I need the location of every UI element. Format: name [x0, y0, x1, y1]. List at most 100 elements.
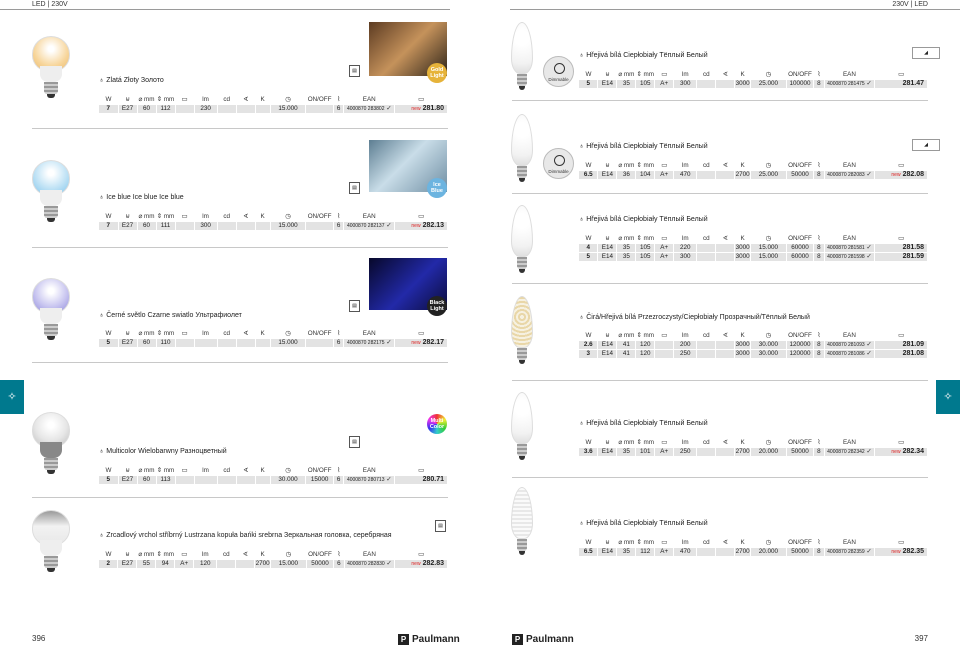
spec-header-life2: ⌇ — [337, 95, 341, 103]
cell-k: 3000 — [734, 242, 752, 252]
table-row: 5 E27 60 110 15.000 6 4000870 282175 ✓ new 282.1… — [99, 337, 448, 347]
cell-sw: 50000 — [306, 558, 335, 568]
spec-header-dia: ⌀ mm — [138, 550, 155, 558]
spec-header-life: ◷ — [765, 438, 772, 446]
article-number: 281.09 — [902, 341, 924, 348]
spec-header-lm: lm — [681, 331, 689, 339]
spec-header-lm: lm — [681, 438, 689, 446]
cell-dia: 60 — [137, 337, 157, 347]
spec-header-k: K — [260, 95, 265, 103]
spec-header-shape: ▭ — [661, 438, 668, 446]
spec-header-row: W ⊌ ⌀ mm ⇕ mm ▭ lm cd ∢ K ◷ ON/OFF ⌇ EAN ▭ — [579, 538, 928, 547]
light-color-badge: Gold Light — [427, 63, 447, 83]
spec-header-cd: cd — [223, 212, 231, 220]
product-name-text: Multicolor Wielobarwny Разноцветный — [106, 448, 227, 455]
cell-cd — [217, 474, 237, 484]
spec-header-len: ⇕ mm — [636, 70, 655, 78]
cell-k: 2700 — [734, 546, 752, 556]
section-divider — [32, 497, 448, 498]
cell-len: 111 — [156, 220, 176, 230]
bulb-glass — [511, 392, 533, 444]
spec-header-len: ⇕ mm — [636, 438, 655, 446]
table-row: 4 E14 35 105 A+ 220 3000 15.000 60000 8 4000870 28… — [579, 242, 928, 252]
cell-sw: 50000 — [786, 546, 815, 556]
new-badge: new — [891, 449, 901, 456]
top-rule-right — [510, 9, 960, 10]
cell-dia: 35 — [616, 251, 637, 261]
cell-lm: 220 — [673, 242, 698, 252]
cell-cd — [696, 546, 717, 556]
side-tab-right[interactable]: ✧ — [936, 380, 960, 414]
cell-w: 2 — [99, 558, 119, 568]
cell-lm: 230 — [194, 103, 218, 113]
article-number: 281.58 — [902, 244, 924, 251]
cell-len: 113 — [156, 474, 176, 484]
cell-ean: 4000870 282830 ✓ — [344, 558, 396, 568]
cell-dia: 60 — [137, 474, 157, 484]
spec-header-life: ◷ — [765, 331, 772, 339]
spec-header-k: K — [260, 550, 265, 558]
spec-header-len: ⇕ mm — [636, 161, 655, 169]
cell-price: 281.59 — [874, 251, 928, 261]
spec-header-w: W — [585, 538, 592, 546]
cell-dia: 35 — [616, 446, 637, 456]
spec-header-ean: EAN — [842, 538, 856, 546]
cell-w: 5 — [99, 337, 119, 347]
spec-header-ean: EAN — [842, 331, 856, 339]
cell-w: 2.6 — [579, 339, 599, 349]
product-name-text: Zlatá Złoty Золото — [106, 77, 164, 84]
bulb-tip — [519, 551, 525, 555]
cell-beam — [236, 103, 256, 113]
cell-w: 5 — [99, 474, 119, 484]
spec-header-ean: EAN — [362, 329, 376, 337]
product-icon: ♁ — [579, 420, 585, 427]
spec-table: W ⊌ ⌀ mm ⇕ mm ▭ lm cd ∢ K ◷ ON/OFF ⌇ EAN ▭ 7 E27 60 112 23… — [99, 95, 448, 113]
cell-sw: 50000 — [786, 446, 815, 456]
side-tab-left[interactable]: ✧ — [0, 380, 24, 414]
spec-header-price: ▭ — [898, 70, 905, 78]
spec-header-life2: ⌇ — [337, 466, 341, 474]
spec-header-beam: ∢ — [722, 161, 728, 169]
spec-header-life2: ⌇ — [337, 550, 341, 558]
bulb-neck — [40, 66, 62, 82]
cell-len: 101 — [635, 446, 656, 456]
spec-header-socket: ⊌ — [125, 466, 130, 474]
cell-life: 25.000 — [750, 78, 787, 88]
spec-header-shape: ▭ — [661, 234, 668, 242]
cell-beam — [715, 546, 736, 556]
table-row: 5 E14 35 105 A+ 300 3000 25.000 100000 8 4000870 2… — [579, 78, 928, 88]
section-divider — [32, 128, 448, 129]
spec-header-switch: ON/OFF — [788, 161, 812, 169]
article-number: 282.34 — [902, 448, 924, 456]
cell-sw: 60000 — [786, 242, 815, 252]
cell-dia: 41 — [616, 339, 637, 349]
spec-header-price: ▭ — [418, 95, 425, 103]
cell-lm — [194, 474, 218, 484]
cell-socket: E14 — [597, 251, 618, 261]
spec-header-dia: ⌀ mm — [138, 212, 155, 220]
spec-header-row: W ⊌ ⌀ mm ⇕ mm ▭ lm cd ∢ K ◷ ON/OFF ⌇ EAN ▭ — [579, 70, 928, 79]
spec-header-life: ◷ — [765, 70, 772, 78]
product-icon: ♁ — [99, 448, 105, 455]
bulb-neck — [40, 540, 62, 556]
spec-header-beam: ∢ — [242, 550, 248, 558]
cell-ean: 4000870 281093 ✓ — [824, 339, 876, 349]
spec-header-socket: ⊌ — [605, 438, 610, 446]
article-number: 282.83 — [422, 560, 444, 568]
cell-price: new 282.83 — [394, 558, 448, 568]
cell-cd — [696, 339, 717, 349]
cell-pack: 6 — [333, 337, 345, 347]
cell-lm: 250 — [673, 446, 698, 456]
product-name-text: Hřejivá bílá Ciepłobiały Тёплый Белый — [586, 216, 708, 223]
spec-header-w: W — [585, 331, 592, 339]
bulb-socket — [44, 556, 58, 568]
spec-header-life2: ⌇ — [817, 538, 821, 546]
spec-header-life: ◷ — [285, 212, 291, 220]
brand-mark: P — [398, 634, 409, 645]
product-name: ♁ Hřejivá bílá Ciepłobiały Тёплый Белый — [579, 216, 708, 223]
cell-len: 110 — [156, 337, 176, 347]
spec-header-switch: ON/OFF — [788, 538, 812, 546]
product-name: ♁ Zlatá Złoty Золото — [99, 77, 164, 84]
cell-lm: 300 — [194, 220, 218, 230]
cell-k — [255, 220, 271, 230]
